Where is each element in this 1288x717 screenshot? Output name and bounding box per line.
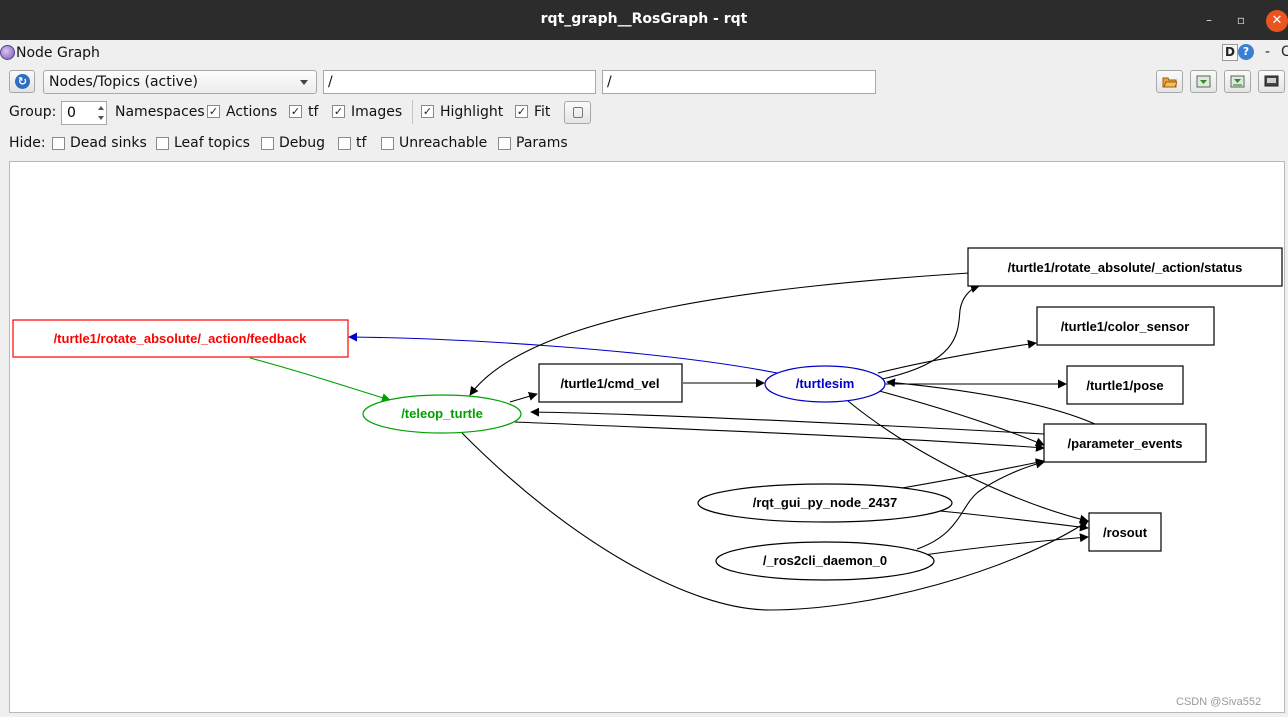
edge-teleop-to-paramevents (514, 421, 1045, 452)
node-status-topic[interactable]: /turtle1/rotate_absolute/_action/status (967, 247, 1283, 287)
plugin-minimize-button[interactable]: - (1265, 44, 1270, 60)
toolbar-separator (412, 100, 413, 124)
window-minimize-button[interactable]: – (1200, 11, 1218, 29)
debug-label: Debug (279, 135, 326, 151)
edge-turtlesim-to-colorsensor (877, 339, 1037, 374)
node-label: /turtle1/cmd_vel (561, 376, 660, 391)
node-cmd-vel-topic[interactable]: /turtle1/cmd_vel (538, 363, 683, 403)
namespace-filter-input[interactable]: / (323, 70, 596, 94)
dead-sinks-checkbox[interactable] (52, 137, 65, 150)
namespaces-label: Namespaces (115, 104, 205, 120)
edge-turtlesim-to-paramevents (867, 387, 1045, 447)
plugin-header: Node Graph D ? - C (0, 40, 1288, 66)
group-spinbox[interactable]: 0 (61, 101, 107, 125)
window-title: rqt_graph__RosGraph - rqt (540, 11, 748, 27)
node-label: /rosout (1103, 525, 1148, 540)
node-graph-icon (0, 45, 15, 60)
edge-feedback-to-teleop (249, 357, 391, 402)
unreachable-label: Unreachable (399, 135, 488, 151)
unreachable-checkbox[interactable] (381, 137, 394, 150)
params-checkbox[interactable] (498, 137, 511, 150)
refresh-icon: ↻ (15, 74, 30, 89)
leaf-topics-label: Leaf topics (174, 135, 250, 151)
group-value: 0 (67, 105, 76, 121)
edge-turtlesim-to-status (881, 284, 980, 380)
debug-checkbox[interactable] (261, 137, 274, 150)
graph-mode-select[interactable]: Nodes/Topics (active) (43, 70, 317, 94)
save-dot-button[interactable] (1190, 70, 1217, 93)
window-close-button[interactable]: ✕ (1266, 10, 1288, 32)
node-label: /rqt_gui_py_node_2437 (753, 495, 898, 510)
node-color-sensor-topic[interactable]: /turtle1/color_sensor (1036, 306, 1215, 346)
node-label: /turtle1/pose (1086, 378, 1163, 393)
edge-paramevents-to-teleop (530, 407, 1045, 435)
highlight-label: Highlight (440, 104, 504, 120)
watermark: CSDN @Siva552 (1176, 696, 1262, 708)
fit-label: Fit (534, 104, 551, 120)
ros-graph: /turtle1/rotate_absolute/_action/feedbac… (12, 247, 1283, 611)
node-label: /turtle1/rotate_absolute/_action/status (1008, 260, 1243, 275)
spin-down-icon[interactable] (98, 116, 104, 120)
edge-rqtgui-to-rosout (939, 510, 1089, 532)
highlight-checkbox[interactable]: ✓ (421, 105, 434, 118)
save-image-button[interactable] (1258, 70, 1285, 93)
spin-up-icon[interactable] (98, 106, 104, 110)
edge-daemon-to-rosout (923, 533, 1089, 556)
node-rosout-topic[interactable]: /rosout (1088, 512, 1162, 552)
node-label: /turtle1/rotate_absolute/_action/feedbac… (54, 331, 308, 346)
actions-checkbox[interactable]: ✓ (207, 105, 220, 118)
folder-open-icon (1162, 77, 1177, 88)
save-svg-icon (1230, 75, 1245, 88)
save-svg-button[interactable] (1224, 70, 1251, 93)
node-label: /turtlesim (796, 376, 855, 391)
params-label: Params (516, 135, 568, 151)
node-label: /teleop_turtle (401, 406, 483, 421)
edge-teleop-to-rosout (461, 432, 1089, 611)
plugin-close-button[interactable]: C (1281, 44, 1288, 60)
chevron-down-icon (300, 80, 308, 85)
plugin-title: Node Graph (16, 45, 100, 61)
fit-checkbox[interactable]: ✓ (515, 105, 528, 118)
window-titlebar: rqt_graph__RosGraph - rqt – ▫ ✕ (0, 0, 1288, 40)
fit-in-view-button[interactable] (564, 101, 591, 124)
edge-paramevents-to-turtlesim (886, 378, 1096, 425)
graph-canvas[interactable]: /turtle1/rotate_absolute/_action/feedbac… (9, 161, 1285, 713)
dock-d-button[interactable]: D (1222, 44, 1238, 61)
edge-teleop-to-cmdvel (509, 391, 538, 403)
node-turtlesim[interactable]: /turtlesim (764, 365, 886, 403)
node-pose-topic[interactable]: /turtle1/pose (1066, 365, 1184, 405)
node-rqt-gui[interactable]: /rqt_gui_py_node_2437 (697, 483, 953, 523)
node-parameter-events-topic[interactable]: /parameter_events (1043, 423, 1207, 463)
actions-label: Actions (226, 104, 278, 120)
topic-filter-input[interactable]: / (602, 70, 876, 94)
edge-rqtgui-to-paramevents (901, 458, 1045, 489)
hide-label: Hide: (9, 135, 46, 151)
refresh-button[interactable]: ↻ (9, 70, 35, 93)
node-label: /turtle1/color_sensor (1061, 319, 1190, 334)
node-ros2cli-daemon[interactable]: /_ros2cli_daemon_0 (715, 541, 935, 581)
images-label: Images (351, 104, 403, 120)
hide-tf-label: tf (356, 135, 367, 151)
node-teleop-turtle[interactable]: /teleop_turtle (362, 394, 522, 434)
graph-mode-value: Nodes/Topics (active) (49, 74, 198, 90)
screen-image-icon (1264, 75, 1279, 87)
leaf-topics-checkbox[interactable] (156, 137, 169, 150)
node-feedback-topic[interactable]: /turtle1/rotate_absolute/_action/feedbac… (12, 319, 349, 358)
node-label: /_ros2cli_daemon_0 (763, 553, 887, 568)
help-button[interactable]: ? (1238, 44, 1254, 60)
tf-label: tf (308, 104, 319, 120)
window-maximize-button[interactable]: ▫ (1232, 11, 1250, 29)
hide-tf-checkbox[interactable] (338, 137, 351, 150)
save-dot-icon (1196, 75, 1211, 88)
dead-sinks-label: Dead sinks (70, 135, 147, 151)
images-checkbox[interactable]: ✓ (332, 105, 345, 118)
fit-view-icon (573, 107, 583, 118)
tf-checkbox[interactable]: ✓ (289, 105, 302, 118)
node-label: /parameter_events (1068, 436, 1183, 451)
group-label: Group: (9, 104, 57, 120)
load-dot-button[interactable] (1156, 70, 1183, 93)
